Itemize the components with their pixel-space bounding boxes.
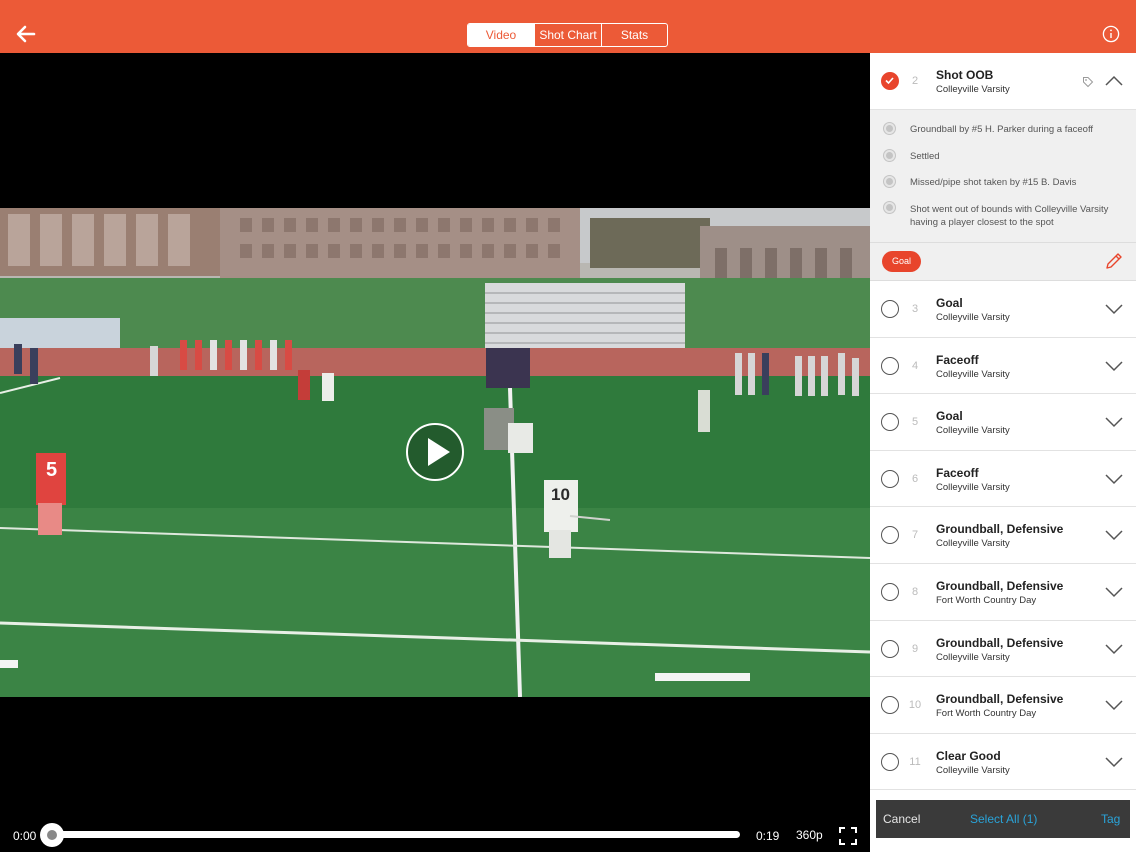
play-team: Colleyville Varsity [936, 651, 1010, 663]
event-item: Groundball by #5 H. Parker during a face… [910, 124, 1094, 135]
event-item: Settled [910, 151, 940, 162]
play-number: 3 [911, 303, 919, 315]
play-title: Groundball, Defensive [936, 579, 1064, 593]
play-title: Faceoff [936, 352, 979, 367]
event-item: Shot went out of bounds with Colleyville… [910, 204, 1109, 228]
progress-track[interactable] [50, 831, 740, 838]
tag-chip[interactable]: Goal [882, 251, 922, 272]
play-checkbox[interactable] [881, 696, 899, 715]
chevron-down-icon[interactable] [1105, 360, 1123, 372]
play-row[interactable]: 8 Groundball, Defensive Fort Worth Country… [870, 564, 1136, 621]
play-title: Groundball, Defensive [936, 692, 1064, 707]
play-row[interactable]: 6 Faceoff Colleyville Varsity [870, 450, 1136, 508]
chevron-down-icon[interactable] [1105, 699, 1123, 711]
tab-video[interactable]: Video [468, 24, 534, 46]
play-checkbox[interactable] [881, 413, 899, 432]
event-item: Missed/pipe shot taken by #15 B. Davis [910, 177, 1077, 188]
play-team: Colleyville Varsity [936, 481, 1010, 493]
play-row[interactable]: 5 Goal Colleyville Varsity [870, 394, 1136, 451]
chevron-down-icon[interactable] [1105, 586, 1123, 598]
play-button[interactable] [405, 422, 465, 482]
play-checkbox[interactable] [881, 526, 899, 545]
play-number: 2 [911, 75, 919, 87]
event-dot-icon [884, 150, 895, 161]
event-dot-icon [884, 176, 895, 187]
play-row-expanded[interactable]: 2 Shot OOB Colleyville Varsity [870, 53, 1136, 110]
play-title: Clear Good [936, 748, 1001, 763]
tag-bar: Goal [870, 243, 1136, 281]
play-number: 4 [911, 359, 919, 372]
play-title: Groundball, Defensive [936, 635, 1064, 650]
play-team: Fort Worth Country Day [936, 595, 1037, 606]
play-row[interactable]: 7 Groundball, Defensive Colleyville Varsit… [870, 507, 1136, 564]
info-icon[interactable] [1102, 25, 1120, 43]
chevron-up-icon[interactable] [1105, 75, 1123, 87]
top-bar: Video Shot Chart Stats [0, 0, 1136, 53]
cancel-button[interactable]: Cancel [883, 812, 920, 826]
play-checkbox[interactable] [881, 469, 899, 488]
quality-selector[interactable]: 360p [796, 828, 823, 842]
play-row[interactable]: 9 Groundball, Defensive Colleyville Varsit… [870, 620, 1136, 678]
player-number-5: 5 [46, 459, 57, 481]
play-number: 6 [911, 472, 919, 485]
play-title: Goal [936, 296, 963, 310]
play-details: Groundball by #5 H. Parker during a face… [870, 110, 1136, 243]
play-checkbox[interactable] [881, 300, 899, 318]
check-icon [885, 77, 894, 85]
app-root: Video Shot Chart Stats 5 10 0:00 0:19 36… [0, 0, 1136, 852]
chevron-down-icon[interactable] [1105, 643, 1123, 655]
play-number: 7 [911, 529, 919, 542]
chevron-down-icon[interactable] [1105, 416, 1123, 428]
tab-stats[interactable]: Stats [601, 24, 667, 46]
plays-panel: 2 Shot OOB Colleyville Varsity Groundbal… [870, 53, 1136, 852]
play-row[interactable]: 4 Faceoff Colleyville Varsity [870, 337, 1136, 395]
tab-shot-chart[interactable]: Shot Chart [534, 24, 601, 46]
play-checkbox[interactable] [881, 583, 899, 601]
play-title: Goal [936, 409, 963, 424]
player-number-10: 10 [551, 485, 570, 504]
chevron-down-icon[interactable] [1105, 756, 1123, 768]
pencil-icon[interactable] [1104, 251, 1124, 271]
current-time: 0:00 [13, 829, 37, 843]
chevron-down-icon[interactable] [1105, 473, 1123, 485]
event-dot-icon [884, 202, 895, 213]
back-arrow-icon[interactable] [14, 22, 38, 46]
play-title: Faceoff [936, 465, 979, 480]
duration: 0:19 [756, 829, 780, 843]
play-checkbox[interactable] [881, 356, 899, 375]
play-team: Colleyville Varsity [936, 425, 1010, 437]
event-dot-icon [884, 123, 895, 134]
play-number: 9 [911, 642, 919, 655]
play-title: Groundball, Defensive [936, 522, 1064, 537]
selection-action-bar: Cancel Select All (1) Tag [876, 800, 1130, 838]
play-team: Colleyville Varsity [936, 84, 1010, 95]
play-row[interactable]: 3 Goal Colleyville Varsity [870, 281, 1136, 338]
progress-scrubber[interactable] [40, 823, 64, 847]
tag-button[interactable]: Tag [1101, 812, 1120, 826]
play-team: Colleyville Varsity [936, 538, 1010, 550]
fullscreen-icon[interactable] [838, 826, 858, 846]
play-checkbox[interactable] [881, 752, 899, 771]
play-checkbox[interactable] [881, 639, 899, 658]
play-number: 5 [911, 416, 919, 429]
chevron-down-icon[interactable] [1105, 529, 1123, 541]
play-checkbox-checked[interactable] [881, 72, 899, 90]
play-team: Colleyville Varsity [936, 764, 1010, 776]
play-row[interactable]: 11 Clear Good Colleyville Varsity [870, 733, 1136, 791]
play-team: Colleyville Varsity [936, 312, 1010, 323]
play-number: 8 [911, 586, 919, 598]
play-row[interactable]: 10 Groundball, Defensive Fort Worth Countr… [870, 677, 1136, 734]
play-team: Fort Worth Country Day [936, 708, 1037, 720]
select-all-button[interactable]: Select All (1) [970, 812, 1037, 826]
play-number: 10 [908, 699, 922, 712]
play-number: 11 [909, 755, 921, 768]
tag-icon[interactable] [1082, 76, 1094, 88]
play-team: Colleyville Varsity [936, 368, 1010, 380]
view-segmented-control: Video Shot Chart Stats [467, 23, 668, 47]
chevron-down-icon[interactable] [1105, 303, 1123, 315]
play-title: Shot OOB [936, 68, 994, 82]
